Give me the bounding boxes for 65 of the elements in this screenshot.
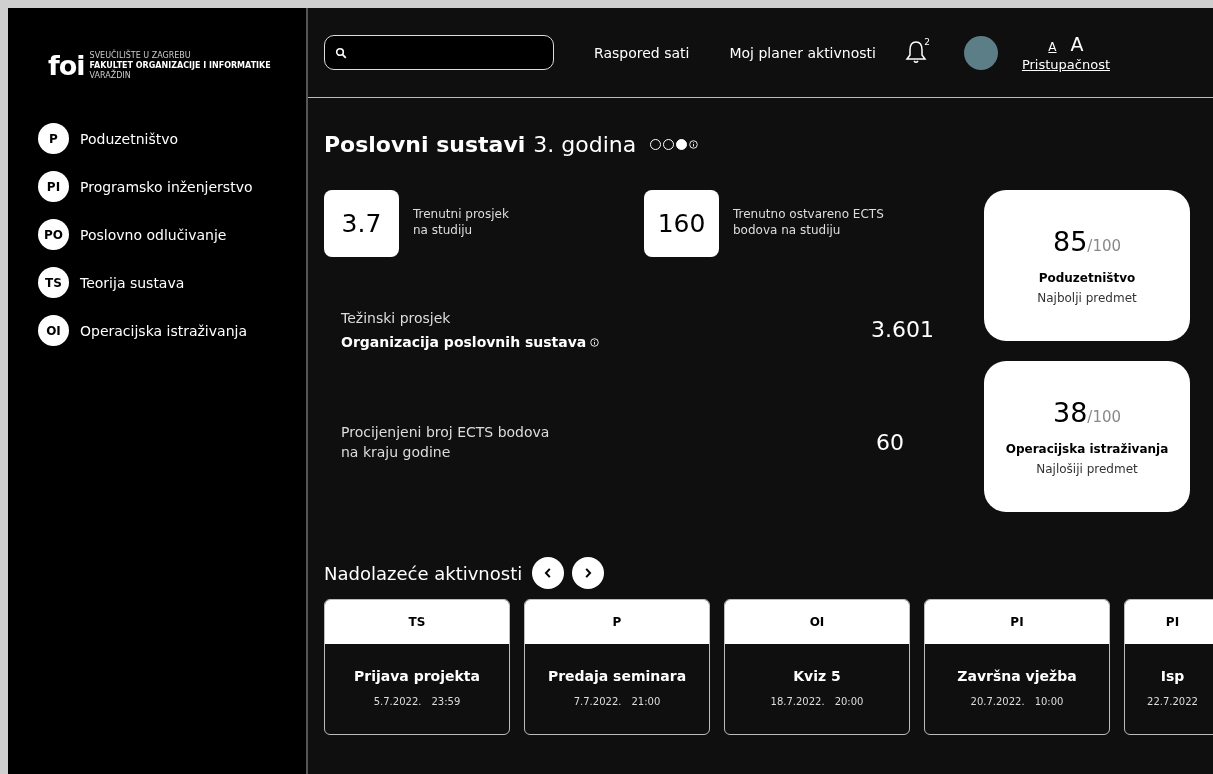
activity-time: 20:00 xyxy=(834,696,864,707)
previous-button[interactable] xyxy=(532,557,565,589)
stat-label: Trenutno ostvareno ECTS bodova na studiju xyxy=(733,206,884,238)
activity-name: Završna vježba xyxy=(957,668,1077,684)
stat-label: Trenutni prosjek na studiju xyxy=(413,206,509,238)
subject-code: P xyxy=(525,600,709,644)
activity-card[interactable]: OI Kviz 5 18.7.2022. 20:00 xyxy=(724,599,910,735)
sidebar-item[interactable]: PI Programsko inženjerstvo xyxy=(38,171,306,202)
bell-icon[interactable] xyxy=(903,38,928,65)
year-label: 3. godina xyxy=(533,131,637,157)
sidebar-item[interactable]: TS Teorija sustava xyxy=(38,267,306,298)
section-title: Nadolazeće aktivnosti xyxy=(324,562,523,584)
subject-code: TS xyxy=(325,600,509,644)
activity-card[interactable]: PI Isp 22.7.2022 xyxy=(1124,599,1213,735)
activity-time: 23:59 xyxy=(431,696,461,707)
large-text-toggle[interactable]: A xyxy=(1070,33,1084,55)
activity-name: Prijava projekta xyxy=(354,668,480,684)
activity-date: 5.7.2022. xyxy=(373,696,422,707)
logo-text: FAKULTET ORGANIZACIJE I INFORMATIKE xyxy=(89,60,271,70)
subject-note: Najlošiji predmet xyxy=(1036,462,1138,476)
search-icon xyxy=(335,46,347,59)
stat-value: 160 xyxy=(644,190,719,257)
info-icon[interactable] xyxy=(590,337,600,347)
activity-date: 18.7.2022. xyxy=(770,696,825,707)
program-name: Organizacija poslovnih sustava xyxy=(341,334,587,350)
activity-date: 20.7.2022. xyxy=(970,696,1025,707)
activity-date: 7.7.2022. xyxy=(573,696,622,707)
logo-text: SVEUČILIŠTE U ZAGREBU xyxy=(89,50,192,61)
activity-name: Kviz 5 xyxy=(793,668,841,684)
small-text-toggle[interactable]: A xyxy=(1048,40,1057,54)
notification-count: 2 xyxy=(924,36,930,47)
subject-name: Poduzetništvo xyxy=(1038,271,1136,285)
activity-date: 22.7.2022 xyxy=(1147,696,1198,707)
nav-link[interactable]: Moj planer aktivnosti xyxy=(729,44,876,61)
next-button[interactable] xyxy=(572,557,605,589)
activity-card[interactable]: P Predaja seminara 7.7.2022. 21:00 xyxy=(524,599,710,735)
info-icon[interactable] xyxy=(689,139,699,149)
activity-name: Predaja seminara xyxy=(547,668,687,684)
metric-label: Težinski prosjek xyxy=(341,309,452,328)
subject-code: OI xyxy=(725,600,909,644)
sidebar-item[interactable]: P Poduzetništvo xyxy=(38,123,306,154)
logo-mark: foi xyxy=(48,50,85,81)
subject-name: Operacijska istraživanja xyxy=(1005,442,1169,456)
program-title: Poslovni sustavi xyxy=(324,131,526,157)
activity-name: Isp xyxy=(1160,668,1185,684)
logo-text: VARAŽDIN xyxy=(89,70,132,81)
activity-card[interactable]: TS Prijava projekta 5.7.2022. 23:59 xyxy=(324,599,510,735)
activity-time: 21:00 xyxy=(631,696,661,707)
search-field[interactable] xyxy=(324,35,554,70)
subject-score: 38/100 xyxy=(1052,397,1121,428)
subject-note: Najbolji predmet xyxy=(1037,291,1137,305)
subject-score: 85/100 xyxy=(1052,226,1121,257)
activity-time: 10:00 xyxy=(1034,696,1064,707)
avatar[interactable] xyxy=(963,35,998,70)
subject-code: PI xyxy=(925,600,1109,644)
metric-label: Procijenjeni broj ECTS bodova na kraju godine xyxy=(341,423,550,462)
nav-link[interactable]: Raspored sati xyxy=(594,44,690,61)
metric-value: 3.601 xyxy=(871,316,934,342)
metric-value: 60 xyxy=(876,429,904,455)
accessibility-link[interactable]: Pristupačnost xyxy=(1021,57,1110,72)
sidebar-item[interactable]: OI Operacijska istraživanja xyxy=(38,315,306,346)
subject-code: PI xyxy=(1125,600,1213,644)
sidebar-item[interactable]: PO Poslovno odlučivanje xyxy=(38,219,306,250)
stat-value: 3.7 xyxy=(324,190,399,257)
activity-card[interactable]: PI Završna vježba 20.7.2022. 10:00 xyxy=(924,599,1110,735)
